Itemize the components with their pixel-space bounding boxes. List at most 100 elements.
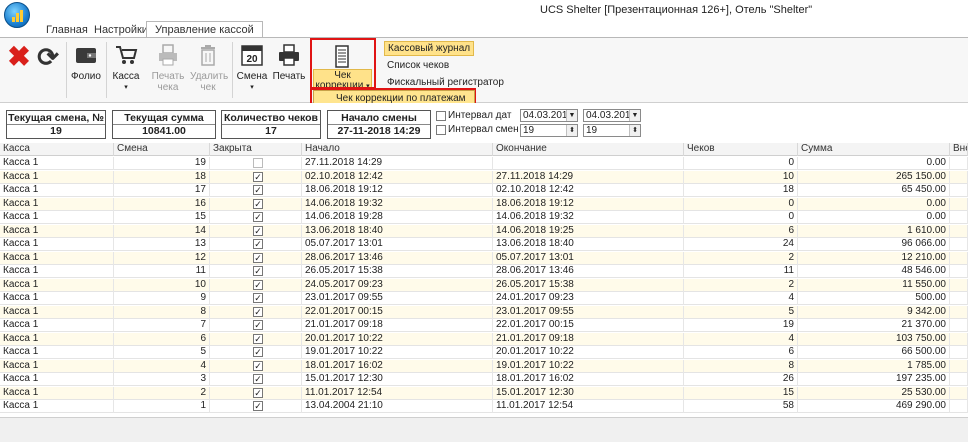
table-row[interactable]: Касса 1 18 02.10.2018 12:42 27.11.2018 14:2…	[0, 170, 968, 184]
cell-deposited	[950, 319, 968, 332]
cell-deposited	[950, 400, 968, 413]
column-header-checks[interactable]: Чеков	[684, 143, 798, 156]
closed-checkbox[interactable]: ✓	[253, 293, 263, 303]
closed-checkbox[interactable]: ✓	[253, 306, 263, 317]
closed-checkbox[interactable]	[253, 158, 263, 168]
closed-checkbox[interactable]: ✓	[253, 347, 263, 357]
current-shift-value: 19	[7, 124, 105, 138]
closed-checkbox[interactable]: ✓	[253, 279, 263, 290]
cell-shift: 3	[114, 373, 210, 386]
closed-checkbox[interactable]: ✓	[253, 225, 263, 236]
table-row[interactable]: Касса 1 7 21.01.2017 09:18 22.01.2017 00:15…	[0, 319, 968, 332]
closed-checkbox[interactable]: ✓	[253, 266, 263, 276]
cell-checks: 0	[684, 211, 798, 224]
refresh-button[interactable]: ⟳	[34, 42, 62, 73]
cell-sum: 12 210.00	[798, 251, 950, 265]
table-row[interactable]: Касса 1 1 13.04.2004 21:10 11.01.2017 12:54…	[0, 400, 968, 413]
table-row[interactable]: Касса 1 6 20.01.2017 10:22 21.01.2017 09:18…	[0, 332, 968, 346]
closed-checkbox[interactable]: ✓	[253, 185, 263, 195]
cell-shift: 10	[114, 278, 210, 292]
cell-kassa: Касса 1	[0, 238, 114, 251]
table-row[interactable]: Касса 1 14 13.06.2018 18:40 14.06.2018 19:2…	[0, 224, 968, 238]
cell-start: 18.01.2017 16:02	[302, 359, 493, 373]
column-header-deposited[interactable]: Внесе	[950, 143, 968, 156]
table-row[interactable]: Касса 1 17 18.06.2018 19:12 02.10.2018 12:4…	[0, 184, 968, 197]
app-logo-icon[interactable]	[4, 2, 30, 28]
delete-check-button[interactable]: Удалить чек	[190, 40, 228, 93]
closed-checkbox[interactable]: ✓	[253, 333, 263, 344]
closed-checkbox[interactable]: ✓	[253, 401, 263, 411]
closed-checkbox[interactable]: ✓	[253, 171, 263, 182]
date-interval-checkbox[interactable]	[436, 111, 446, 121]
kassa-button[interactable]: Касса ▾	[110, 40, 142, 93]
print-check-label: Печать	[151, 71, 185, 82]
closed-checkbox[interactable]: ✓	[253, 360, 263, 371]
table-row[interactable]: Касса 1 13 05.07.2017 13:01 13.06.2018 18:4…	[0, 238, 968, 251]
cell-kassa: Касса 1	[0, 332, 114, 346]
column-header-closed[interactable]: Закрыта	[210, 143, 302, 156]
closed-checkbox[interactable]: ✓	[253, 374, 263, 384]
table-row[interactable]: Касса 1 19 27.11.2018 14:29 0 0.00	[0, 157, 968, 170]
table-row[interactable]: Касса 1 11 26.05.2017 15:38 28.06.2017 13:4…	[0, 265, 968, 278]
current-sum-label: Текущая сумма	[124, 112, 204, 124]
cell-end: 11.01.2017 12:54	[493, 400, 684, 413]
table-row[interactable]: Касса 1 3 15.01.2017 12:30 18.01.2017 16:02…	[0, 373, 968, 386]
table-row[interactable]: Касса 1 15 14.06.2018 19:28 14.06.2018 19:3…	[0, 211, 968, 224]
table-row[interactable]: Касса 1 16 14.06.2018 19:32 18.06.2018 19:1…	[0, 197, 968, 211]
closed-checkbox[interactable]: ✓	[253, 387, 263, 398]
cash-journal-button[interactable]: Кассовый журнал	[384, 41, 475, 56]
printer-icon	[276, 42, 302, 68]
cell-end: 18.06.2018 19:12	[493, 197, 684, 211]
closed-checkbox[interactable]: ✓	[253, 239, 263, 249]
table-row[interactable]: Касса 1 9 23.01.2017 09:55 24.01.2017 09:23…	[0, 292, 968, 305]
chevron-down-icon[interactable]: ▼	[629, 110, 640, 121]
spin-icon[interactable]: ⬍	[566, 125, 577, 136]
table-row[interactable]: Касса 1 8 22.01.2017 00:15 23.01.2017 09:55…	[0, 305, 968, 319]
cell-start: 11.01.2017 12:54	[302, 386, 493, 400]
cell-checks: 4	[684, 332, 798, 346]
table-row[interactable]: Касса 1 12 28.06.2017 13:46 05.07.2017 13:0…	[0, 251, 968, 265]
table-row[interactable]: Касса 1 5 19.01.2017 10:22 20.01.2017 10:22…	[0, 346, 968, 359]
cell-kassa: Касса 1	[0, 278, 114, 292]
cell-kassa: Касса 1	[0, 224, 114, 238]
table-row[interactable]: Касса 1 4 18.01.2017 16:02 19.01.2017 10:22…	[0, 359, 968, 373]
highlight-box	[310, 38, 376, 89]
cell-checks: 6	[684, 346, 798, 359]
cell-sum: 66 500.00	[798, 346, 950, 359]
column-header-start[interactable]: Начало	[302, 143, 493, 156]
closed-checkbox[interactable]: ✓	[253, 212, 263, 222]
cell-start: 26.05.2017 15:38	[302, 265, 493, 278]
column-header-kassa[interactable]: Касса	[0, 143, 114, 156]
shift-from-field[interactable]: 19 ⬍	[520, 124, 578, 137]
shift-to-field[interactable]: 19 ⬍	[583, 124, 641, 137]
date-to-field[interactable]: 04.03.2017 ▼	[583, 109, 641, 122]
checks-count-label: Количество чеков	[223, 112, 319, 124]
close-button[interactable]: ✖	[6, 42, 32, 73]
cell-end: 27.11.2018 14:29	[493, 170, 684, 184]
cell-checks: 6	[684, 224, 798, 238]
checks-list-button[interactable]: Список чеков	[384, 59, 452, 72]
table-row[interactable]: Касса 1 10 24.05.2017 09:23 26.05.2017 15:3…	[0, 278, 968, 292]
chevron-down-icon[interactable]: ▼	[566, 110, 577, 121]
shift-button[interactable]: 20 Смена ▾	[236, 40, 268, 93]
column-header-end[interactable]: Окончание	[493, 143, 684, 156]
closed-checkbox[interactable]: ✓	[253, 198, 263, 209]
shifts-table[interactable]: Касса Смена Закрыта Начало Окончание Чек…	[0, 143, 968, 417]
print-check-button[interactable]: Печать чека	[150, 40, 186, 93]
closed-checkbox[interactable]: ✓	[253, 252, 263, 263]
cell-checks: 15	[684, 386, 798, 400]
closed-checkbox[interactable]: ✓	[253, 320, 263, 330]
shift-interval-checkbox[interactable]	[436, 125, 446, 135]
date-from-field[interactable]: 04.03.2017 ▼	[520, 109, 578, 122]
column-header-sum[interactable]: Сумма	[798, 143, 950, 156]
print-button[interactable]: Печать	[272, 40, 306, 82]
cell-checks: 8	[684, 359, 798, 373]
folio-button[interactable]: Фолио	[70, 40, 102, 82]
cell-deposited	[950, 292, 968, 305]
cell-shift: 7	[114, 319, 210, 332]
cell-shift: 4	[114, 359, 210, 373]
table-row[interactable]: Касса 1 2 11.01.2017 12:54 15.01.2017 12:30…	[0, 386, 968, 400]
column-header-shift[interactable]: Смена	[114, 143, 210, 156]
spin-icon[interactable]: ⬍	[629, 125, 640, 136]
cell-checks: 4	[684, 292, 798, 305]
